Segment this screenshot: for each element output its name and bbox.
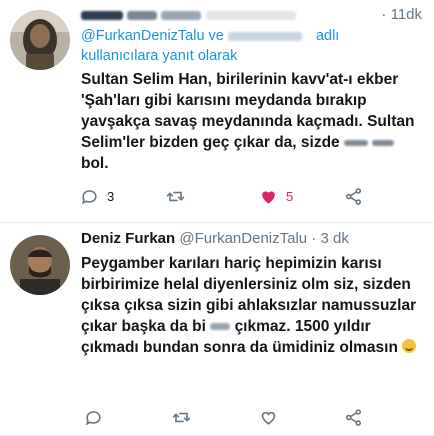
retweet-button[interactable]: [172, 405, 191, 429]
share-button[interactable]: [344, 405, 363, 429]
tweet-header: · 11dk: [81, 4, 422, 26]
reply-button[interactable]: [84, 405, 103, 429]
tweet-1[interactable]: · 11dk @FurkanDenizTalu ve adlı kullanıc…: [0, 0, 434, 223]
like-icon: [261, 411, 276, 425]
reply-mention[interactable]: @FurkanDenizTalu ve: [81, 28, 224, 44]
tweet-text-line: yavşakça savaş meydanında kaçmadı. Sulta…: [81, 113, 415, 130]
blurred-handle: [127, 10, 158, 20]
share-button[interactable]: [344, 184, 363, 208]
tweet-text-line: çıksa çıksa sizin gibi ahlaksızlar namus…: [81, 297, 417, 314]
reply-context: @FurkanDenizTalu ve adlı kullanıcılara y…: [81, 26, 422, 66]
tweet-text-line: 'Şah'ları gibi karısını meydanda bırakıp: [81, 92, 367, 109]
tweet-text-line: birbirimize helal diyenlersiniz olm siz,…: [81, 276, 411, 293]
like-button[interactable]: 5: [259, 184, 293, 208]
author-name[interactable]: Deniz Furkan: [81, 230, 175, 247]
reply-mention-suffix[interactable]: adlı: [316, 28, 339, 44]
like-icon: [262, 190, 275, 204]
blurred-name: [81, 10, 123, 20]
blurred-handle: [205, 10, 296, 20]
blurred-word: [344, 139, 368, 146]
smile-emoji-icon: [402, 339, 417, 353]
avatar[interactable]: [10, 235, 70, 295]
tweet-time[interactable]: · 11dk: [381, 4, 422, 26]
blurred-handle: [161, 10, 202, 20]
blurred-mention: [227, 31, 302, 41]
reply-icon: [85, 410, 101, 425]
tweet-text-line: Sultan Selim Han, birilerinin kavv'at-ı …: [81, 71, 399, 88]
tweet-text-line: çıkar başka da bi çıkmaz. 1500 yıldır: [81, 318, 371, 335]
blurred-word: [210, 323, 231, 331]
tweet-text-line: Peygamber karıları hariç hepimizin karıs…: [81, 255, 382, 272]
tweet-text-line: bol.: [81, 155, 109, 172]
retweet-icon: [166, 191, 185, 201]
reply-count: 3: [107, 188, 115, 204]
share-icon: [345, 408, 362, 426]
author-handle[interactable]: @FurkanDenizTalu · 3 dk: [179, 230, 348, 247]
reply-context-line2: kullanıcılara yanıt olarak: [81, 48, 238, 64]
reply-button[interactable]: 3: [80, 184, 114, 208]
tweet-header: Deniz Furkan @FurkanDenizTalu · 3 dk: [81, 228, 422, 250]
tweet-text: Sultan Selim Han, birilerinin kavv'at-ı …: [81, 69, 422, 174]
like-count: 5: [286, 188, 294, 204]
share-icon: [345, 187, 362, 205]
tweet-actions: [0, 405, 434, 429]
tweet-actions: 3 5: [0, 184, 434, 208]
tweet-2[interactable]: Deniz Furkan @FurkanDenizTalu · 3 dk Pey…: [0, 223, 434, 436]
tweet-text-line: çıkmadı bundan sonra da ümidiniz olmasın: [81, 337, 422, 358]
avatar[interactable]: [10, 10, 70, 70]
tweet-text-line: Selim'ler bizden geç çıkar da, sizde: [81, 132, 422, 153]
like-button[interactable]: [259, 405, 278, 429]
tweet-text: Peygamber karıları hariç hepimizin karıs…: [81, 253, 422, 358]
blurred-word: [372, 139, 395, 146]
retweet-icon: [172, 412, 191, 422]
retweet-button[interactable]: [166, 184, 185, 208]
reply-icon: [81, 189, 97, 204]
